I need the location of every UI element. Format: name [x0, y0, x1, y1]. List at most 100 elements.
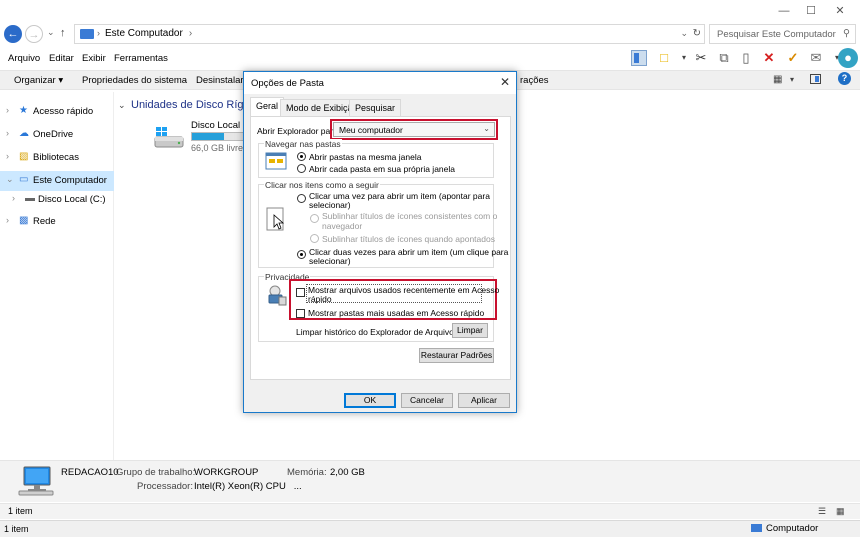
preview-pane-icon[interactable] [631, 50, 647, 66]
chevron-right-icon[interactable]: › [6, 151, 9, 161]
uninstall-button[interactable]: Desinstalar [196, 75, 244, 86]
view-options-icon[interactable]: ▦ [773, 74, 782, 85]
recent-locations-icon[interactable]: ⌄ [47, 27, 55, 38]
browse-own-label[interactable]: Abrir cada pasta em sua própria janela [309, 164, 455, 174]
user-globe-icon[interactable]: ● [838, 48, 858, 68]
nav-item-this-pc[interactable]: ⌄ ▭ Este Computador [0, 171, 114, 191]
mail-icon[interactable]: ✉ [808, 50, 824, 66]
show-recent-checkbox[interactable] [296, 288, 305, 297]
chevron-down-icon[interactable]: ▾ [676, 50, 692, 66]
chevron-right-icon[interactable]: › [189, 28, 192, 39]
click-group-label: Clicar nos itens como a seguir [264, 180, 380, 190]
menu-arquivo[interactable]: Arquivo [8, 53, 40, 64]
group-header[interactable]: Unidades de Disco Rígi [131, 99, 246, 111]
ok-button[interactable]: OK [344, 393, 396, 408]
computer-name: REDACAO10 [61, 467, 119, 478]
open-explorer-select[interactable]: Meu computador ⌄ [333, 122, 495, 137]
cancel-button[interactable]: Cancelar [401, 393, 453, 408]
memory-label: Memória: [287, 467, 327, 478]
show-frequent-label[interactable]: Mostrar pastas mais usadas em Acesso ráp… [308, 308, 484, 318]
single-click-label-2[interactable]: selecionar) [309, 200, 351, 210]
menu-exibir[interactable]: Exibir [82, 53, 106, 64]
settings-button[interactable]: rações [520, 75, 549, 86]
large-icons-view-icon[interactable]: ▦ [836, 506, 845, 517]
nav-label: Rede [33, 216, 56, 227]
radio-underline-consistent[interactable] [310, 214, 319, 223]
search-input[interactable]: Pesquisar Este Computador ⚲ [709, 24, 856, 44]
computer-icon [80, 29, 94, 39]
radio-own-window[interactable] [297, 164, 306, 173]
chevron-right-icon[interactable]: › [6, 128, 9, 138]
minimize-button[interactable]: — [770, 0, 798, 22]
menu-editar[interactable]: Editar [49, 53, 74, 64]
tab-general[interactable]: Geral [250, 97, 285, 117]
help-icon[interactable]: ? [838, 72, 851, 85]
browse-same-label[interactable]: Abrir pastas na mesma janela [309, 152, 421, 162]
radio-single-click[interactable] [297, 194, 306, 203]
delete-icon[interactable]: ✕ [761, 50, 777, 66]
chevron-down-icon[interactable]: ⌄ [118, 100, 126, 111]
radio-double-click[interactable] [297, 250, 306, 259]
folder-icon[interactable]: □ [656, 50, 672, 66]
chevron-right-icon[interactable]: › [6, 215, 9, 225]
nav-item-network[interactable]: › ▩ Rede [0, 212, 114, 232]
panel-icon[interactable] [810, 74, 821, 84]
chevron-down-icon[interactable]: ▾ [790, 75, 794, 84]
double-click-label-2[interactable]: selecionar) [309, 256, 351, 266]
chevron-down-icon[interactable]: ⌄ [680, 28, 688, 39]
nav-item-local-disk[interactable]: › ▬ Disco Local (C:) [0, 190, 114, 210]
clear-history-button[interactable]: Limpar [452, 323, 488, 338]
radio-same-window[interactable] [297, 152, 306, 161]
show-recent-label-2[interactable]: rápido [308, 294, 332, 304]
radio-underline-point[interactable] [310, 234, 319, 243]
nav-item-libraries[interactable]: › ▧ Bibliotecas [0, 148, 114, 168]
up-arrow-icon[interactable]: ↑ [60, 27, 66, 39]
bottom-status-bar [0, 520, 860, 537]
refresh-icon[interactable]: ↻ [693, 28, 701, 39]
open-explorer-label: Abrir Explorador para [257, 126, 338, 136]
details-view-icon[interactable]: ☰ [818, 506, 826, 517]
nav-label: Acesso rápido [33, 106, 94, 117]
maximize-button[interactable]: ☐ [797, 0, 825, 22]
memory-value: 2,00 GB [330, 467, 365, 478]
cloud-icon: ☁ [19, 128, 29, 139]
system-properties-button[interactable]: Propriedades do sistema [82, 75, 187, 86]
chevron-right-icon[interactable]: › [6, 105, 9, 115]
chevron-right-icon[interactable]: › [12, 193, 15, 203]
processor-value: Intel(R) Xeon(R) CPU ... [194, 481, 302, 492]
nav-item-onedrive[interactable]: › ☁ OneDrive [0, 125, 114, 145]
apply-button[interactable]: Aplicar [458, 393, 510, 408]
search-placeholder: Pesquisar Este Computador [717, 29, 836, 40]
nav-item-quick-access[interactable]: › ★ Acesso rápido [0, 102, 114, 122]
copy-icon[interactable]: ⧉ [716, 50, 732, 66]
cut-icon[interactable]: ✂ [693, 50, 709, 66]
show-recent-label[interactable]: Mostrar arquivos usados recentemente em … [308, 285, 499, 295]
tab-search[interactable]: Pesquisar [349, 99, 402, 116]
star-icon: ★ [19, 105, 28, 116]
computer-icon [18, 466, 54, 496]
address-bar[interactable]: › Este Computador › ⌄ ↻ [74, 24, 705, 44]
paste-icon[interactable]: ▯ [738, 50, 754, 66]
forward-arrow-icon[interactable]: → [25, 25, 43, 43]
nav-label: Bibliotecas [33, 152, 79, 163]
underline-point-label: Sublinhar títulos de ícones quando apont… [322, 234, 495, 244]
title-bar [0, 0, 860, 22]
drive-icon: ▬ [25, 193, 35, 204]
library-icon: ▧ [19, 151, 29, 162]
breadcrumb[interactable]: Este Computador [105, 28, 183, 39]
back-arrow-icon[interactable]: ← [4, 25, 22, 43]
nav-label: Este Computador [33, 175, 107, 186]
chevron-down-icon[interactable]: ⌄ [6, 174, 14, 185]
dialog-title: Opções de Pasta [251, 78, 324, 89]
organize-button[interactable]: Organizar ▾ [14, 75, 63, 86]
restore-defaults-button[interactable]: Restaurar Padrões [419, 348, 494, 363]
close-icon[interactable]: ✕ [500, 75, 510, 89]
browse-group-label: Navegar nas pastas [264, 139, 342, 149]
disk-usage-fill [192, 133, 224, 140]
computer-icon [751, 524, 762, 532]
checkmark-icon[interactable]: ✓ [785, 50, 801, 66]
show-frequent-checkbox[interactable] [296, 309, 305, 318]
menu-ferramentas[interactable]: Ferramentas [114, 53, 168, 64]
network-icon: ▩ [19, 215, 29, 226]
close-window-button[interactable]: ✕ [826, 0, 854, 22]
